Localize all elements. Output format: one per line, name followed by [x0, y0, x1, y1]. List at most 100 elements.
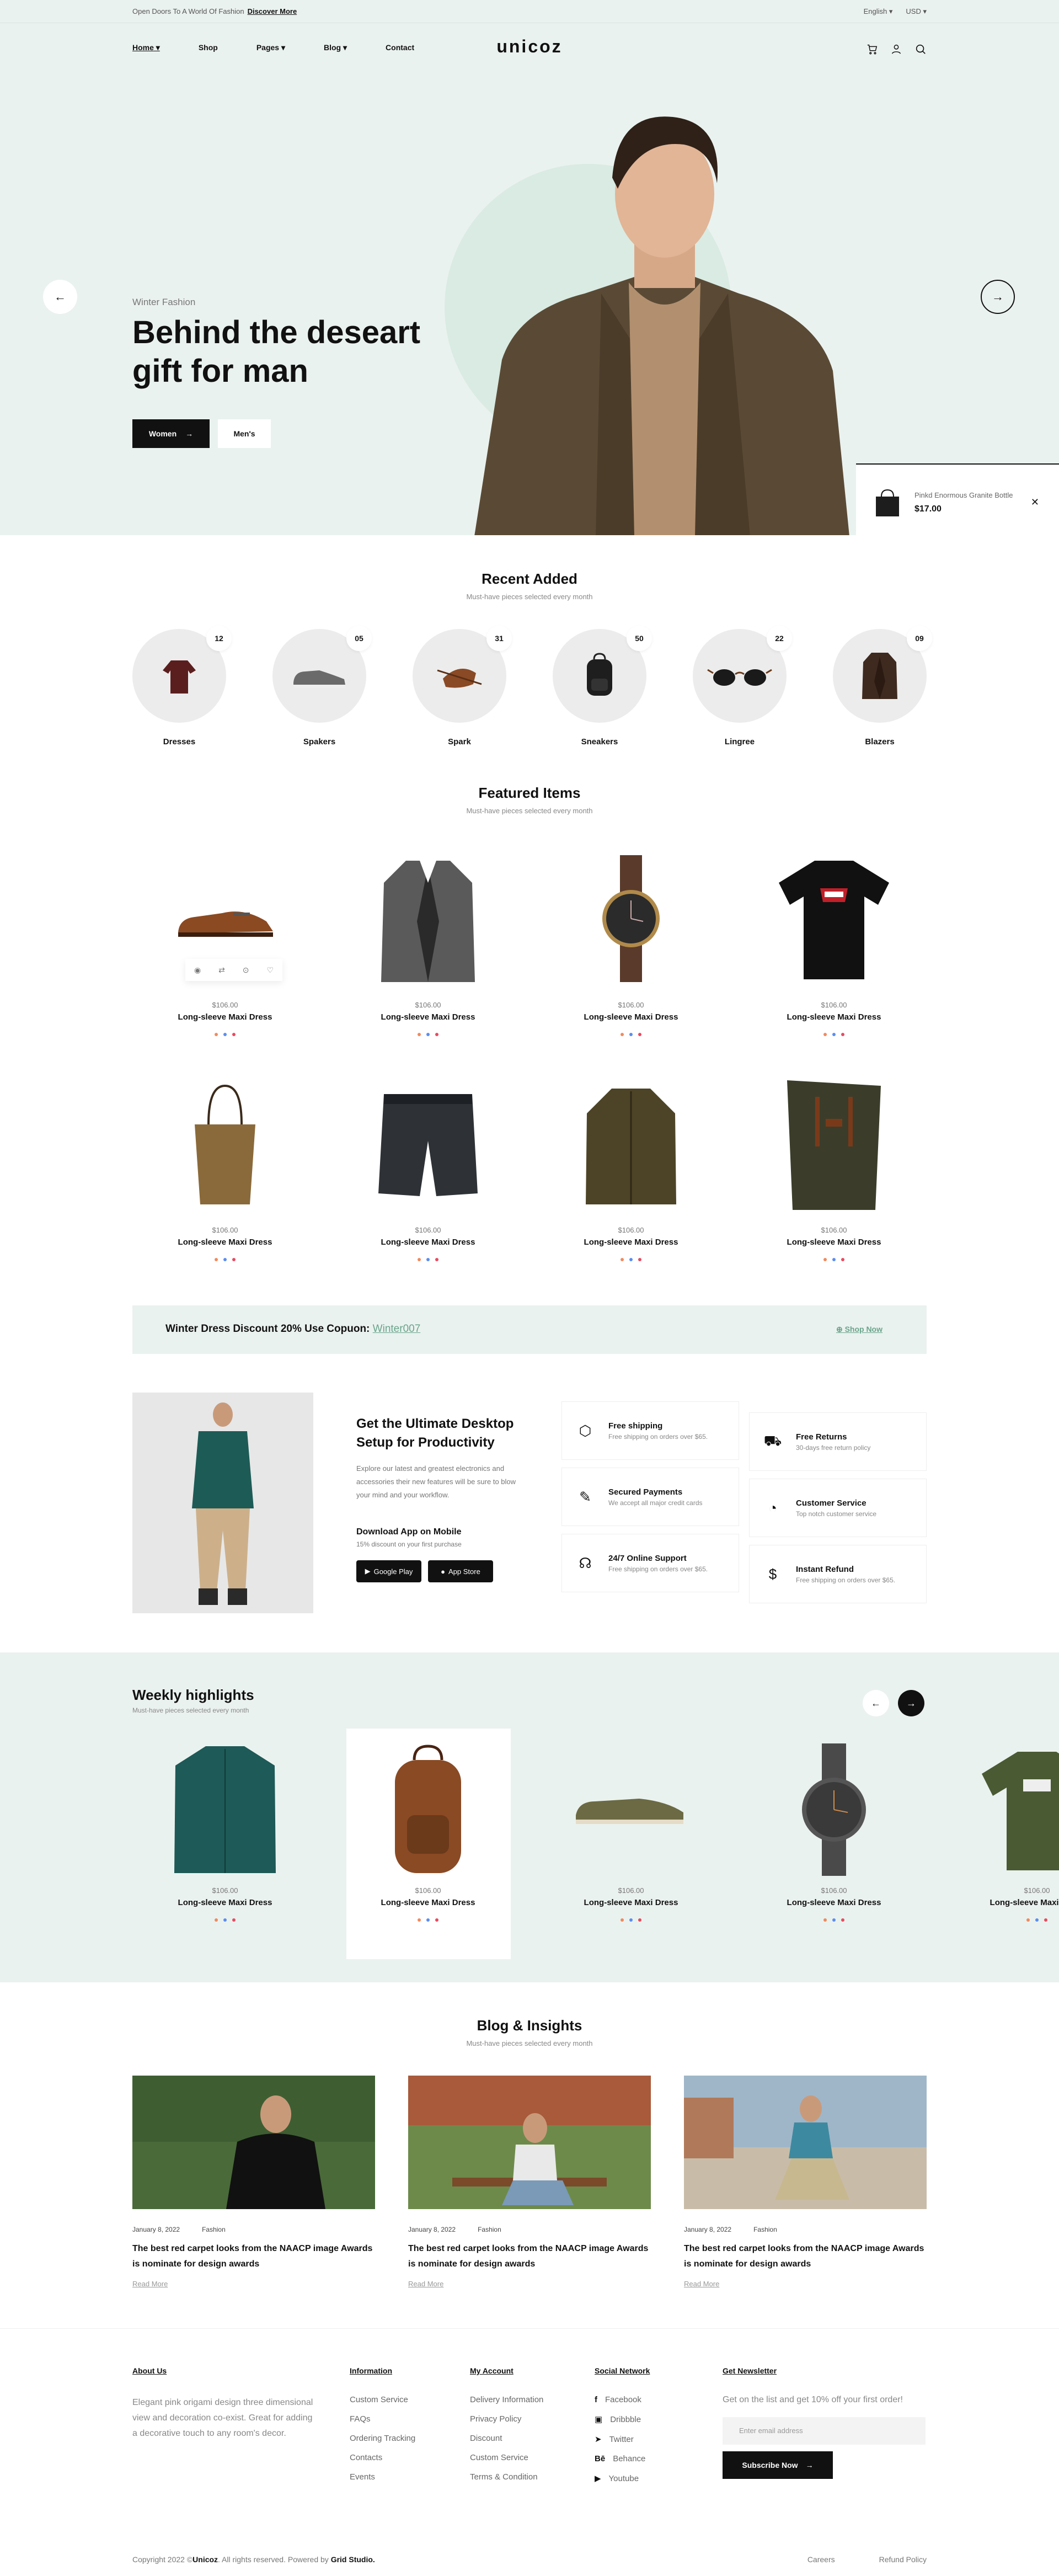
heart-icon[interactable]: ♡: [266, 966, 274, 975]
email-field[interactable]: Enter email address: [723, 2417, 926, 2445]
subscribe-button[interactable]: Subscribe Now →: [723, 2451, 833, 2479]
product-card[interactable]: $106.00 Long-sleeve Maxi Dress: [548, 1064, 714, 1261]
slider-prev-button[interactable]: ←: [43, 280, 77, 314]
product-card[interactable]: ◉ ⇄ ⊙ ♡ $106.00 Long-sleeve Maxi Dress: [142, 839, 308, 1036]
product-name[interactable]: Long-sleeve Maxi Dress: [548, 1898, 714, 1907]
product-card[interactable]: $106.00 Long-sleeve Maxi Dress: [142, 1735, 308, 1922]
refund-policy-link[interactable]: Refund Policy: [879, 2555, 927, 2564]
mens-button[interactable]: Men's: [218, 419, 271, 448]
product-name[interactable]: Long-sleeve Maxi Dress: [548, 1012, 714, 1022]
blog-post[interactable]: January 8, 2022 Fashion The best red carp…: [684, 2076, 927, 2288]
read-more-link[interactable]: Read More: [684, 2280, 927, 2288]
post-title[interactable]: The best red carpet looks from the NAACP…: [408, 2241, 651, 2272]
footer-link[interactable]: Discount: [470, 2434, 543, 2443]
product-name[interactable]: Long-sleeve Maxi Dress: [345, 1898, 511, 1907]
blog-image[interactable]: [408, 2076, 651, 2209]
product-name[interactable]: Long-sleeve Maxi Dress: [345, 1012, 511, 1022]
social-twitter[interactable]: ➤ Twitter: [595, 2434, 650, 2445]
color-swatches[interactable]: [345, 1918, 511, 1922]
post-category[interactable]: Fashion: [753, 2226, 777, 2233]
footer-link[interactable]: Contacts: [350, 2453, 415, 2462]
footer-link[interactable]: Delivery Information: [470, 2395, 543, 2404]
product-card[interactable]: $106.00 Long-sleeve Maxi Dress: [142, 1064, 308, 1261]
blog-image[interactable]: [684, 2076, 927, 2209]
post-title[interactable]: The best red carpet looks from the NAACP…: [684, 2241, 927, 2272]
color-swatches[interactable]: [954, 1918, 1059, 1922]
weekly-next-button[interactable]: →: [898, 1690, 924, 1716]
search-icon[interactable]: [914, 43, 927, 55]
footer-link[interactable]: FAQs: [350, 2414, 415, 2424]
color-swatches[interactable]: [548, 1258, 714, 1261]
women-button[interactable]: Women →: [132, 419, 210, 448]
social-facebook[interactable]: f Facebook: [595, 2395, 650, 2404]
color-swatches[interactable]: [548, 1033, 714, 1036]
close-icon[interactable]: ✕: [1031, 497, 1039, 508]
app-store-button[interactable]: ● App Store: [428, 1560, 493, 1582]
currency-select[interactable]: USD ▾: [906, 7, 927, 16]
footer-link[interactable]: Custom Service: [350, 2395, 415, 2404]
color-swatches[interactable]: [142, 1918, 308, 1922]
product-name[interactable]: Long-sleeve Maxi Dress: [954, 1898, 1059, 1907]
shop-now-link[interactable]: ⊕ Shop Now: [836, 1325, 882, 1334]
weekly-prev-button[interactable]: ←: [863, 1690, 889, 1716]
product-name[interactable]: Long-sleeve Maxi Dress: [751, 1012, 917, 1022]
category-sneakers[interactable]: 50 Sneakers: [553, 626, 652, 746]
product-name[interactable]: Long-sleeve Maxi Dress: [142, 1012, 308, 1022]
color-swatches[interactable]: [751, 1033, 917, 1036]
category-blazers[interactable]: 09 Blazers: [833, 626, 932, 746]
product-name[interactable]: Long-sleeve Maxi Dress: [142, 1238, 308, 1247]
category-lingree[interactable]: 22 Lingree: [693, 626, 792, 746]
grid-studio-link[interactable]: Grid Studio.: [331, 2555, 375, 2564]
product-name[interactable]: Long-sleeve Maxi Dress: [345, 1238, 511, 1247]
color-swatches[interactable]: [751, 1918, 917, 1922]
color-swatches[interactable]: [345, 1033, 511, 1036]
footer-link[interactable]: Privacy Policy: [470, 2414, 543, 2424]
product-card[interactable]: $106.00 Long-sleeve Maxi Dress: [548, 1735, 714, 1922]
user-icon[interactable]: [890, 43, 902, 55]
category-spark[interactable]: 31 Spark: [413, 626, 512, 746]
product-name[interactable]: Long-sleeve Maxi Dress: [751, 1898, 917, 1907]
product-card[interactable]: $106.00 Long-sleeve Maxi Dress: [345, 1064, 511, 1261]
discover-more-link[interactable]: Discover More: [248, 7, 297, 15]
color-swatches[interactable]: [548, 1918, 714, 1922]
color-swatches[interactable]: [345, 1258, 511, 1261]
cart-icon[interactable]: [866, 43, 878, 55]
product-card[interactable]: $106.00 Long-sleeve Maxi Dress: [954, 1735, 1059, 1922]
blog-post[interactable]: January 8, 2022 Fashion The best red carp…: [408, 2076, 651, 2288]
social-youtube[interactable]: ▶ Youtube: [595, 2473, 650, 2484]
product-card[interactable]: $106.00 Long-sleeve Maxi Dress: [751, 1064, 917, 1261]
cart-icon[interactable]: ⊙: [243, 966, 249, 975]
google-play-button[interactable]: ▶ Google Play: [356, 1560, 421, 1582]
footer-link[interactable]: Custom Service: [470, 2453, 543, 2462]
post-category[interactable]: Fashion: [478, 2226, 501, 2233]
category-spakers[interactable]: 05 Spakers: [272, 626, 372, 746]
footer-link[interactable]: Ordering Tracking: [350, 2434, 415, 2443]
product-card[interactable]: $106.00 Long-sleeve Maxi Dress: [548, 839, 714, 1036]
social-behance[interactable]: Bē Behance: [595, 2454, 650, 2463]
color-swatches[interactable]: [142, 1033, 308, 1036]
product-name[interactable]: Long-sleeve Maxi Dress: [548, 1238, 714, 1247]
blog-image[interactable]: [132, 2076, 375, 2209]
product-card[interactable]: $106.00 Long-sleeve Maxi Dress: [751, 839, 917, 1036]
blog-post[interactable]: January 8, 2022 Fashion The best red carp…: [132, 2076, 375, 2288]
category-dresses[interactable]: 12 Dresses: [132, 626, 232, 746]
mini-product-card[interactable]: Pinkd Enormous Granite Bottle $17.00 ✕: [856, 463, 1059, 535]
slider-next-button[interactable]: →: [981, 280, 1015, 314]
read-more-link[interactable]: Read More: [408, 2280, 651, 2288]
color-swatches[interactable]: [142, 1258, 308, 1261]
social-dribbble[interactable]: ▣ Dribbble: [595, 2414, 650, 2425]
language-select[interactable]: English ▾: [864, 7, 893, 16]
footer-link[interactable]: Terms & Condition: [470, 2472, 543, 2482]
post-title[interactable]: The best red carpet looks from the NAACP…: [132, 2241, 375, 2272]
read-more-link[interactable]: Read More: [132, 2280, 375, 2288]
footer-link[interactable]: Events: [350, 2472, 415, 2482]
color-swatches[interactable]: [751, 1258, 917, 1261]
product-card[interactable]: $106.00 Long-sleeve Maxi Dress: [751, 1735, 917, 1922]
product-card[interactable]: $106.00 Long-sleeve Maxi Dress: [345, 839, 511, 1036]
compare-icon[interactable]: ⇄: [218, 966, 225, 975]
product-name[interactable]: Long-sleeve Maxi Dress: [751, 1238, 917, 1247]
eye-icon[interactable]: ◉: [194, 966, 201, 975]
post-category[interactable]: Fashion: [202, 2226, 226, 2233]
product-card[interactable]: $106.00 Long-sleeve Maxi Dress: [345, 1735, 511, 1922]
product-name[interactable]: Long-sleeve Maxi Dress: [142, 1898, 308, 1907]
